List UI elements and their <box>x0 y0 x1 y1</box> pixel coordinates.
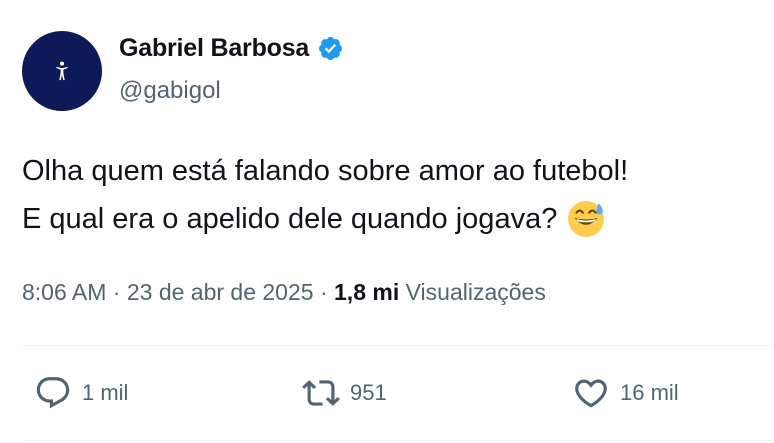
avatar[interactable] <box>22 31 102 111</box>
tweet-date[interactable]: 23 de abr de 2025 <box>127 279 314 305</box>
views-label: Visualizações <box>405 279 546 305</box>
divider <box>22 345 774 346</box>
like-count: 16 mil <box>620 380 679 405</box>
reply-icon <box>36 377 70 409</box>
reply-count: 1 mil <box>82 380 129 405</box>
retweet-button[interactable]: 951 <box>302 374 387 412</box>
like-button[interactable]: 16 mil <box>572 374 679 412</box>
author-name-row: Gabriel Barbosa <box>119 34 344 63</box>
grinning-face-with-sweat-emoji-icon <box>568 201 605 237</box>
meta-separator-2: · <box>313 279 335 305</box>
tweet-text-line-2-text: E qual era o apelido dele quando jogava? <box>22 203 558 235</box>
author-handle[interactable]: @gabigol <box>119 77 221 105</box>
heart-icon <box>575 379 607 408</box>
author-display-name[interactable]: Gabriel Barbosa <box>119 34 309 63</box>
player-silhouette-icon <box>56 61 68 81</box>
views-count: 1,8 mi <box>334 279 400 305</box>
tweet-card: Gabriel Barbosa @gabigol Olha quem está … <box>0 0 774 443</box>
tweet-text-line-1: Olha quem está falando sobre amor ao fut… <box>22 155 629 187</box>
retweet-icon <box>302 380 340 406</box>
tweet-text-line-2: E qual era o apelido dele quando jogava? <box>22 195 762 243</box>
tweet-actions: 1 mil 951 16 mil <box>0 374 774 418</box>
retweet-count: 951 <box>350 380 387 405</box>
meta-separator-1: · <box>106 279 127 305</box>
tweet-meta: 8:06 AM · 23 de abr de 2025 · 1,8 mi Vis… <box>22 279 546 306</box>
tweet-text: Olha quem está falando sobre amor ao fut… <box>22 147 762 243</box>
reply-button[interactable]: 1 mil <box>34 374 128 412</box>
tweet-time[interactable]: 8:06 AM <box>22 279 106 305</box>
divider <box>22 440 774 441</box>
verified-badge-icon[interactable] <box>317 35 344 62</box>
